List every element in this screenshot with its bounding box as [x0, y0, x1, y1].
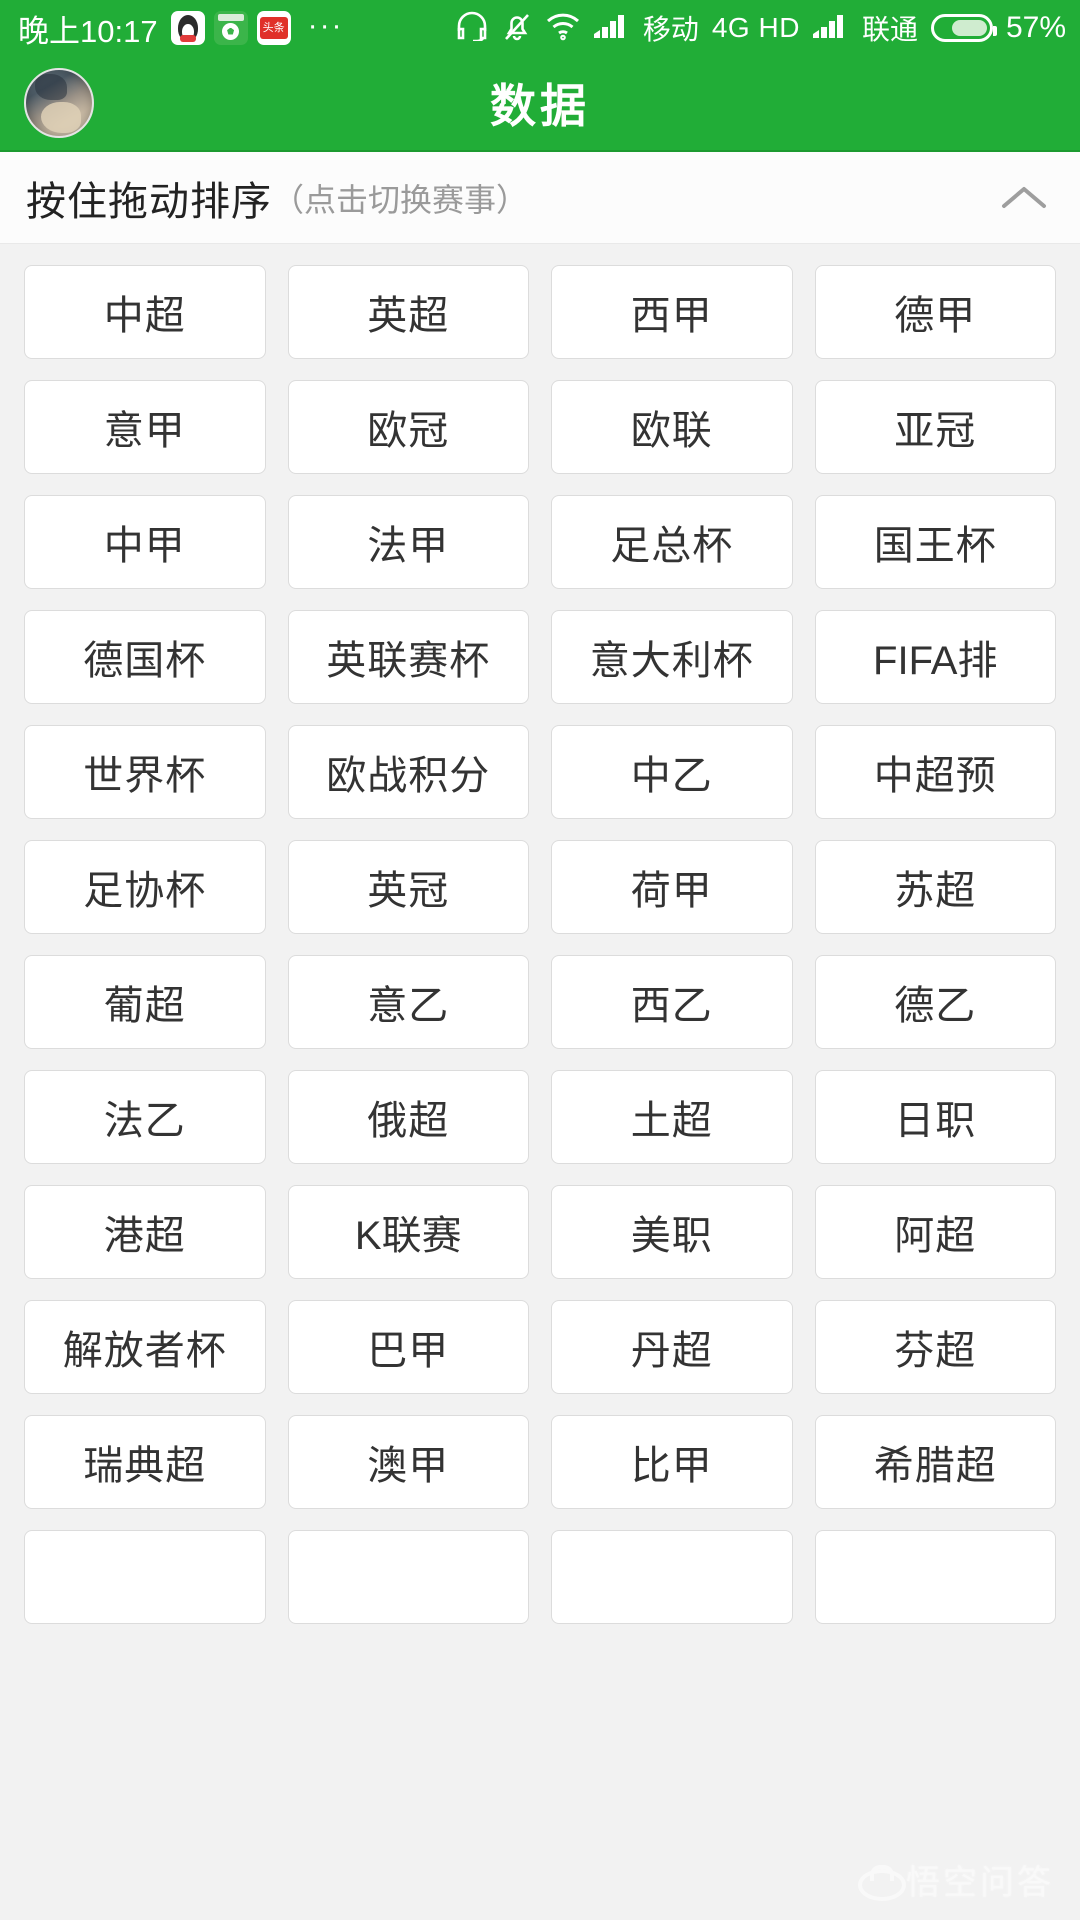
- league-chip[interactable]: 苏超: [814, 840, 1056, 934]
- battery-icon: [930, 14, 997, 42]
- league-chip[interactable]: 意甲: [24, 380, 266, 474]
- league-chip[interactable]: 西乙: [551, 955, 793, 1049]
- league-chip[interactable]: K联赛: [287, 1185, 529, 1279]
- league-chip[interactable]: 中超: [24, 265, 266, 359]
- league-chip[interactable]: 德甲: [814, 265, 1056, 359]
- league-chip[interactable]: 芬超: [814, 1300, 1056, 1394]
- status-bar: 晚上10:17 头条 ··· 移动 4G HD 联通 57%: [0, 0, 1080, 56]
- league-chip[interactable]: 德乙: [814, 955, 1056, 1049]
- signal-icon-mobile: [593, 12, 630, 45]
- league-chip[interactable]: 法甲: [287, 495, 529, 589]
- wukong-logo-icon: [858, 1864, 906, 1901]
- carrier-label-mobile: 移动: [642, 14, 699, 45]
- league-chip[interactable]: 巴甲: [287, 1300, 529, 1394]
- signal-icon-unicom: [812, 12, 849, 45]
- status-bar-time: 晚上10:17: [18, 13, 158, 49]
- league-chip[interactable]: 希腊超: [814, 1415, 1056, 1509]
- league-chip[interactable]: 解放者杯: [24, 1300, 266, 1394]
- chevron-up-icon[interactable]: [996, 170, 1052, 226]
- silent-bell-icon: [502, 9, 532, 48]
- status-bar-system-icons: 移动 4G HD 联通 57%: [455, 8, 1066, 48]
- league-grid-container: 中超 英超 西甲 德甲意甲 欧冠 欧联 亚冠中甲 法甲 足总杯 国王杯德国杯 英联赛杯 意大利杯 FIF…: [0, 244, 1080, 1920]
- soccer-app-icon: [213, 11, 248, 45]
- league-chip[interactable]: 中乙: [551, 725, 793, 819]
- league-chip[interactable]: FIFA排: [814, 610, 1056, 704]
- league-chip[interactable]: 荷甲: [551, 840, 793, 934]
- battery-percent-label: 57%: [1005, 11, 1066, 44]
- sort-hint-main-label: 按住拖动排序: [26, 179, 272, 224]
- league-chip[interactable]: 英超: [287, 265, 529, 359]
- league-chip[interactable]: 澳甲: [287, 1415, 529, 1509]
- league-chip[interactable]: [287, 1530, 529, 1624]
- league-chip[interactable]: [814, 1530, 1056, 1624]
- league-chip[interactable]: 英联赛杯: [287, 610, 529, 704]
- league-chip[interactable]: 土超: [551, 1070, 793, 1164]
- league-chip[interactable]: 亚冠: [814, 380, 1056, 474]
- league-chip[interactable]: 日职: [814, 1070, 1056, 1164]
- league-chip[interactable]: 足协杯: [24, 840, 266, 934]
- status-bar-notification-icons: 头条 ···: [170, 9, 344, 45]
- league-chip[interactable]: 欧战积分: [287, 725, 529, 819]
- headset-icon: [455, 11, 489, 46]
- league-chip[interactable]: [24, 1530, 266, 1624]
- league-chip[interactable]: 西甲: [551, 265, 793, 359]
- league-chip[interactable]: 意乙: [287, 955, 529, 1049]
- watermark: 悟空问答: [858, 1855, 1054, 1904]
- league-chip[interactable]: 比甲: [551, 1415, 793, 1509]
- league-chip[interactable]: [551, 1530, 793, 1624]
- league-chip[interactable]: 港超: [24, 1185, 266, 1279]
- league-chip[interactable]: 葡超: [24, 955, 266, 1049]
- network-type-label: 4G HD: [711, 12, 800, 43]
- league-chip[interactable]: 美职: [551, 1185, 793, 1279]
- league-chip[interactable]: 欧联: [551, 380, 793, 474]
- league-chip[interactable]: 瑞典超: [24, 1415, 266, 1509]
- league-chip[interactable]: 世界杯: [24, 725, 266, 819]
- league-chip[interactable]: 中超预: [814, 725, 1056, 819]
- sort-hint-bar[interactable]: 按住拖动排序 （点击切换赛事）: [0, 152, 1080, 244]
- qq-icon: [170, 11, 205, 45]
- league-chip[interactable]: 法乙: [24, 1070, 266, 1164]
- toutiao-icon: 头条: [256, 11, 291, 45]
- league-grid: 中超 英超 西甲 德甲意甲 欧冠 欧联 亚冠中甲 法甲 足总杯 国王杯德国杯 英联赛杯 意大利杯 FIF…: [24, 265, 1056, 1624]
- league-chip[interactable]: 意大利杯: [551, 610, 793, 704]
- overflow-dots-icon: ···: [307, 9, 344, 42]
- league-chip[interactable]: 俄超: [287, 1070, 529, 1164]
- carrier-label-unicom: 联通: [861, 14, 918, 45]
- league-chip[interactable]: 欧冠: [287, 380, 529, 474]
- wifi-icon: [545, 11, 581, 46]
- league-chip[interactable]: 英冠: [287, 840, 529, 934]
- league-chip[interactable]: 阿超: [814, 1185, 1056, 1279]
- watermark-label: 悟空问答: [906, 1864, 1054, 1902]
- league-chip[interactable]: 德国杯: [24, 610, 266, 704]
- league-chip[interactable]: 国王杯: [814, 495, 1056, 589]
- sort-hint-sub-label: （点击切换赛事）: [272, 181, 529, 218]
- league-chip[interactable]: 中甲: [24, 495, 266, 589]
- app-header: 数据: [0, 56, 1080, 152]
- page-title: 数据: [490, 80, 590, 132]
- league-chip[interactable]: 足总杯: [551, 495, 793, 589]
- league-chip[interactable]: 丹超: [551, 1300, 793, 1394]
